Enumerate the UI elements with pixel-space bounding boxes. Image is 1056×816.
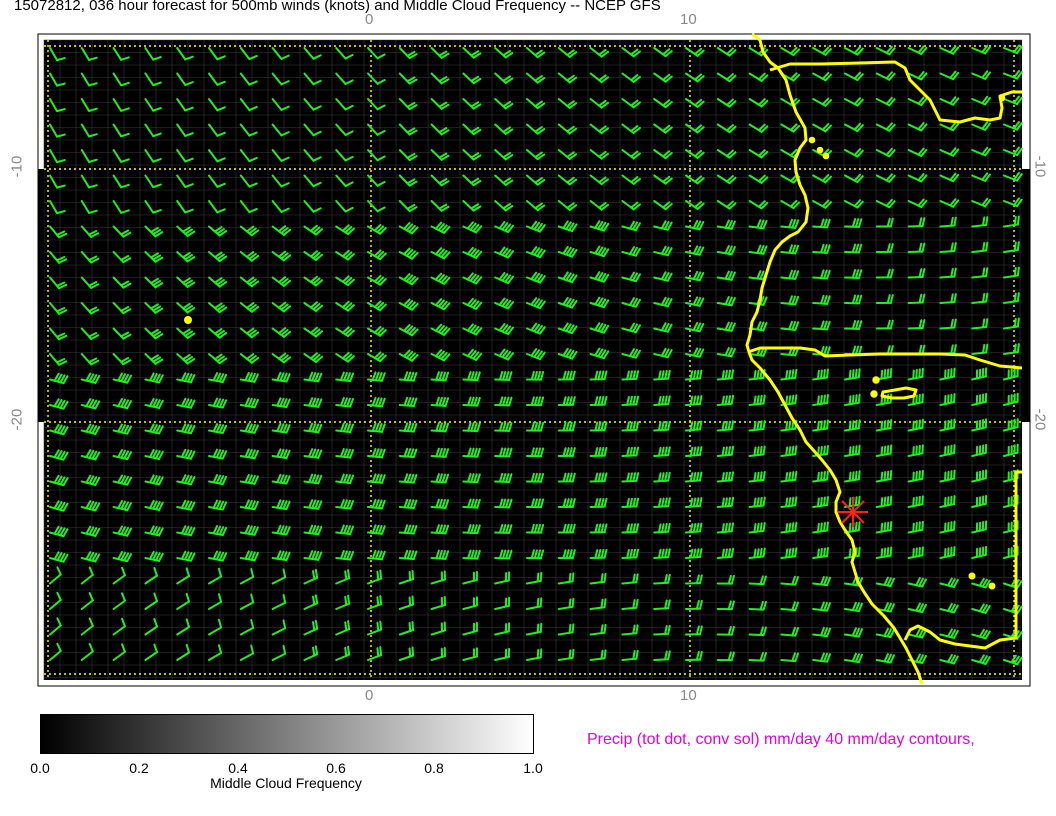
right-tick-minus20: -20 (1031, 408, 1049, 431)
left-tick-minus10: -10 (8, 155, 26, 178)
right-tick-minus10: -10 (1031, 155, 1049, 178)
top-tick-0: 0 (365, 11, 374, 28)
left-tick-minus20: -20 (8, 408, 26, 431)
map-background (44, 40, 1022, 680)
precip-note: Precip (tot dot, conv sol) mm/day 40 mm/… (587, 731, 975, 748)
colorbar-tick-2: 0.4 (228, 760, 248, 776)
red-star-marker-icon (838, 497, 868, 527)
colorbar-tick-1: 0.2 (129, 760, 149, 776)
bottom-tick-10: 10 (680, 687, 697, 704)
colorbar (40, 714, 534, 754)
bottom-tick-0: 0 (365, 687, 374, 704)
colorbar-tick-4: 0.8 (424, 760, 444, 776)
right-axis-band (1022, 169, 1030, 422)
left-axis-band (38, 169, 44, 422)
colorbar-tick-3: 0.6 (326, 760, 346, 776)
colorbar-tick-0: 0.0 (30, 760, 50, 776)
top-tick-10: 10 (680, 11, 697, 28)
colorbar-tick-5: 1.0 (523, 760, 543, 776)
wind-barb-map (37, 32, 1031, 687)
colorbar-label: Middle Cloud Frequency (210, 775, 362, 791)
map-panel: 0 10 0 10 -10 -20 -10 -20 (0, 0, 1056, 720)
